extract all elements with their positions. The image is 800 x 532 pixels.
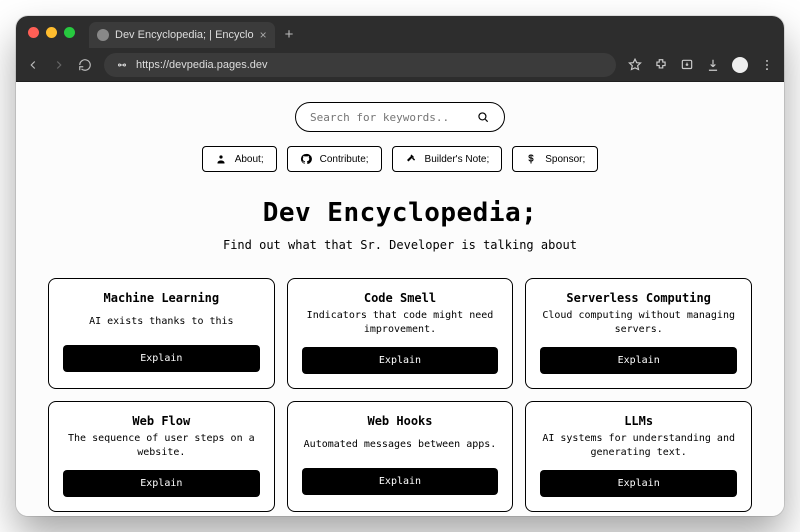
github-icon [300,153,312,165]
new-tab-button[interactable]: + [285,26,294,43]
nav-item-label: Builder's Note; [425,154,490,165]
extensions-button[interactable] [654,58,668,72]
card-title: LLMs [624,414,653,428]
card-description: The sequence of user steps on a website. [63,432,260,460]
browser-window: Dev Encyclopedia; | Encyclo × + [16,16,784,516]
nav-builder-button[interactable]: Builder's Note; [392,146,503,172]
card: Machine Learning AI exists thanks to this… [48,278,275,389]
card: Web Hooks Automated messages between apps… [287,401,514,512]
close-window-button[interactable] [28,27,39,38]
nav-item-label: Contribute; [320,154,369,165]
tab-strip: Dev Encyclopedia; | Encyclo × + [16,16,784,48]
search-input[interactable] [310,111,468,124]
search-wrap [16,82,784,132]
card-title: Web Hooks [367,414,432,428]
url-text: https://devpedia.pages.dev [136,59,267,71]
card: Code Smell Indicators that code might nee… [287,278,514,389]
nav-sponsor-button[interactable]: Sponsor; [512,146,598,172]
minimize-window-button[interactable] [46,27,57,38]
back-button[interactable] [26,58,40,72]
nav-buttons: About; Contribute; Builder's Note; Sponsor; [16,146,784,172]
window-controls [28,27,75,38]
close-tab-button[interactable]: × [260,29,267,41]
card-description: AI systems for understanding and generat… [540,432,737,460]
explain-button[interactable]: Explain [540,347,737,374]
card-description: Cloud computing without managing servers… [540,309,737,337]
card-description: Indicators that code might need improvem… [302,309,499,337]
card-title: Code Smell [364,291,436,305]
nav-item-label: About; [235,154,264,165]
profile-avatar[interactable] [732,57,748,73]
card-title: Machine Learning [104,291,220,305]
cards-grid: Machine Learning AI exists thanks to this… [16,252,784,516]
address-bar[interactable]: https://devpedia.pages.dev [104,53,616,77]
tab-title: Dev Encyclopedia; | Encyclo [115,29,254,41]
card: LLMs AI systems for understanding and gen… [525,401,752,512]
card-title: Web Flow [132,414,190,428]
card-description: AI exists thanks to this [89,309,234,335]
page-content: About; Contribute; Builder's Note; Sponsor;… [16,82,784,516]
explain-button[interactable]: Explain [540,470,737,497]
explain-button[interactable]: Explain [302,468,499,495]
explain-button[interactable]: Explain [63,345,260,372]
card: Web Flow The sequence of user steps on a … [48,401,275,512]
page-subtitle: Find out what that Sr. Developer is talk… [16,238,784,252]
forward-button[interactable] [52,58,66,72]
person-icon [215,153,227,165]
nav-item-label: Sponsor; [545,154,585,165]
browser-toolbar: https://devpedia.pages.dev [16,48,784,82]
browser-tab[interactable]: Dev Encyclopedia; | Encyclo × [89,22,275,48]
install-button[interactable] [680,58,694,72]
card-description: Automated messages between apps. [304,432,497,458]
site-info-icon[interactable] [116,59,128,71]
card-title: Serverless Computing [566,291,711,305]
nav-contrib-button[interactable]: Contribute; [287,146,382,172]
hammer-icon [405,153,417,165]
dollar-icon [525,153,537,165]
explain-button[interactable]: Explain [63,470,260,497]
reload-button[interactable] [78,58,92,72]
downloads-button[interactable] [706,58,720,72]
nav-about-button[interactable]: About; [202,146,277,172]
explain-button[interactable]: Explain [302,347,499,374]
search-icon [476,110,490,124]
card: Serverless Computing Cloud computing with… [525,278,752,389]
maximize-window-button[interactable] [64,27,75,38]
search-field[interactable] [295,102,505,132]
bookmark-button[interactable] [628,58,642,72]
favicon-icon [97,29,109,41]
overflow-menu-button[interactable] [760,58,774,72]
browser-chrome: Dev Encyclopedia; | Encyclo × + [16,16,784,82]
toolbar-actions [628,57,774,73]
page-title: Dev Encyclopedia; [16,198,784,228]
